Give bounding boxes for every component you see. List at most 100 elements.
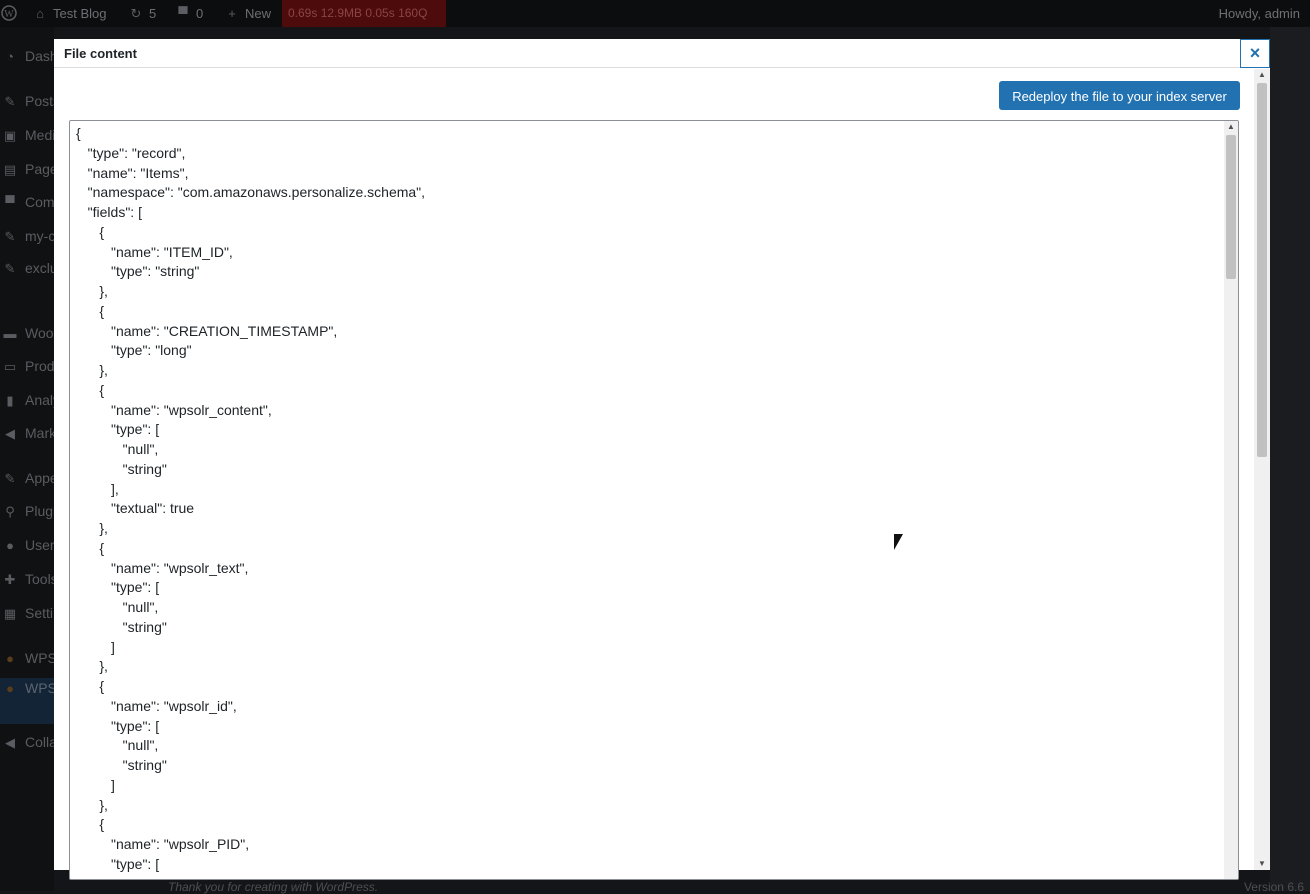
pin-icon: ✎ [4,261,16,276]
wpsolr-icon: ● [6,651,14,666]
code-line: "name": "ITEM_ID", [76,243,233,260]
site-name-link[interactable]: ⌂ Test Blog [32,0,106,27]
menu-label: Tools [25,571,54,587]
code-line: "type": "long" [76,342,192,359]
menu-item-appearance[interactable]: ✎ Appearance [0,466,54,490]
menu-item-products[interactable]: ▭ Products [0,354,54,378]
settings-icon: ▦ [3,606,17,621]
file-content-textarea[interactable]: { "type": "record", "name": "Items", "na… [69,120,1239,880]
modal-scroll-up-arrow-icon[interactable]: ▲ [1254,69,1270,81]
dashboard-icon: ◔ [6,49,14,64]
menu-item-posts[interactable]: ✎ Posts [0,89,54,113]
code-line: "type": "string" [76,263,200,280]
updates-link[interactable]: ↻ 5 [128,0,157,27]
menu-item-tools[interactable]: ✚ Tools [0,567,54,591]
home-icon: ⌂ [36,6,44,21]
menu-label: Settings [25,605,54,621]
admin-menu: ◔ Dashboard ✎ Posts ▣ Media ▤ Pages ▀ Comment… [0,27,54,891]
code-line: "type": [ [76,855,160,872]
close-button[interactable]: × [1240,39,1270,68]
menu-item-analytics[interactable]: ▮ Analytics [0,388,54,412]
media-icon: ▣ [3,128,17,143]
site-name: Test Blog [53,6,107,21]
menu-label: Analytics [25,392,54,408]
admin-bar: W ⌂ Test Blog ↻ 5 ▀ 0 + New 0.69s 12.9MB 0.0… [0,0,1310,27]
menu-label: Dashboard [25,48,54,64]
modal-scrollbar-thumb[interactable] [1257,83,1267,457]
code-line: { [76,678,105,694]
menu-label: exclude search [25,260,54,276]
users-icon: ● [6,538,14,553]
code-line: "type": [ [76,579,160,596]
comment-icon: ▀ [178,6,188,21]
menu-label: Media [25,127,54,143]
pin-icon: ✎ [4,94,16,109]
redeploy-button[interactable]: Redeploy the file to your index server [999,81,1240,110]
menu-item-dashboard[interactable]: ◔ Dashboard [0,44,54,68]
code-line: "name": "Items", [76,164,189,181]
comment-icon: ▀ [5,195,15,210]
pin-icon: ✎ [4,229,16,244]
menu-item-wpsolr[interactable]: ● WPSOLR [0,646,54,670]
menu-label: Users [25,537,54,553]
menu-item-marketing[interactable]: ◀ Marketing [0,421,54,445]
query-monitor-stats[interactable]: 0.69s 12.9MB 0.05s 160Q [282,0,446,27]
code-line: }, [76,283,108,299]
menu-label: Posts [25,93,54,109]
menu-label: Collapse menu [25,734,54,750]
textarea-scrollbar-thumb[interactable] [1226,135,1236,279]
code-line: "null", [76,441,159,457]
code-line: "name": "CREATION_TIMESTAMP", [76,322,338,339]
code-line: "null", [76,599,159,615]
wordpress-logo-svg: W [1,5,17,21]
new-content-link[interactable]: + New [224,0,271,27]
comments-count: 0 [196,6,204,21]
howdy-user[interactable]: Howdy, admin [1219,0,1300,27]
code-line: { [76,223,105,240]
menu-item-my-cpt[interactable]: ✎ my-cpt [0,224,54,248]
code-line: { [76,302,105,319]
menu-label: Marketing [25,425,54,441]
menu-item-comments[interactable]: ▀ Comments [0,190,54,214]
menu-label: WooCommerce [25,325,54,341]
code-line: "null", [76,737,159,754]
code-line: { [76,381,105,398]
comments-link[interactable]: ▀ 0 [175,0,203,27]
menu-item-pages[interactable]: ▤ Pages [0,157,54,181]
menu-item-plugins[interactable]: ⚲ Plugins [0,499,54,523]
plus-icon: + [228,6,236,21]
textarea-scrollbar[interactable]: ▲ [1224,121,1238,879]
menu-item-woocommerce[interactable]: ▬ WooCommerce [0,321,55,345]
code-line: ], [76,480,119,497]
menu-label: Pages [25,161,54,177]
menu-item-settings[interactable]: ▦ Settings [0,601,54,625]
code-line: ] [76,776,115,793]
menu-item-users[interactable]: ● Users [0,533,54,557]
menu-label: Appearance [25,470,54,486]
menu-item-wpsolr-enterprise[interactable]: ● WPSOLR ENTERPRISE [0,678,54,724]
code-line: "name": "wpsolr_id", [76,697,237,714]
code-line: "name": "wpsolr_content", [76,401,272,418]
menu-item-exclude-search[interactable]: ✎ exclude search [0,259,54,299]
menu-label: WPSOLR [25,650,54,666]
code-line: ] [76,638,115,655]
code-line: }, [76,658,108,675]
code-line: { [76,539,105,556]
footer-version: Version 6.6 [1243,880,1304,894]
menu-label: WPSOLR ENTERPRISE [25,680,54,696]
modal-scrollbar[interactable]: ▲ ▼ [1254,69,1270,870]
menu-label: Comments [25,194,54,210]
code-line: "name": "wpsolr_text", [76,559,249,576]
code-line: "string" [76,757,167,773]
scroll-up-arrow-icon[interactable]: ▲ [1224,121,1238,133]
code-line: "textual": true [76,500,195,517]
code-line: "fields": [ [76,204,142,220]
tools-icon: ✚ [4,572,16,587]
collapse-menu-button[interactable]: ◀ Collapse menu [0,730,54,754]
wpsolr-icon: ● [6,681,14,696]
wordpress-logo-icon[interactable]: W [0,0,18,27]
products-icon: ▭ [3,359,17,374]
modal-scroll-down-arrow-icon[interactable]: ▼ [1254,858,1270,870]
svg-text:W: W [4,9,14,20]
menu-item-media[interactable]: ▣ Media [0,123,54,147]
